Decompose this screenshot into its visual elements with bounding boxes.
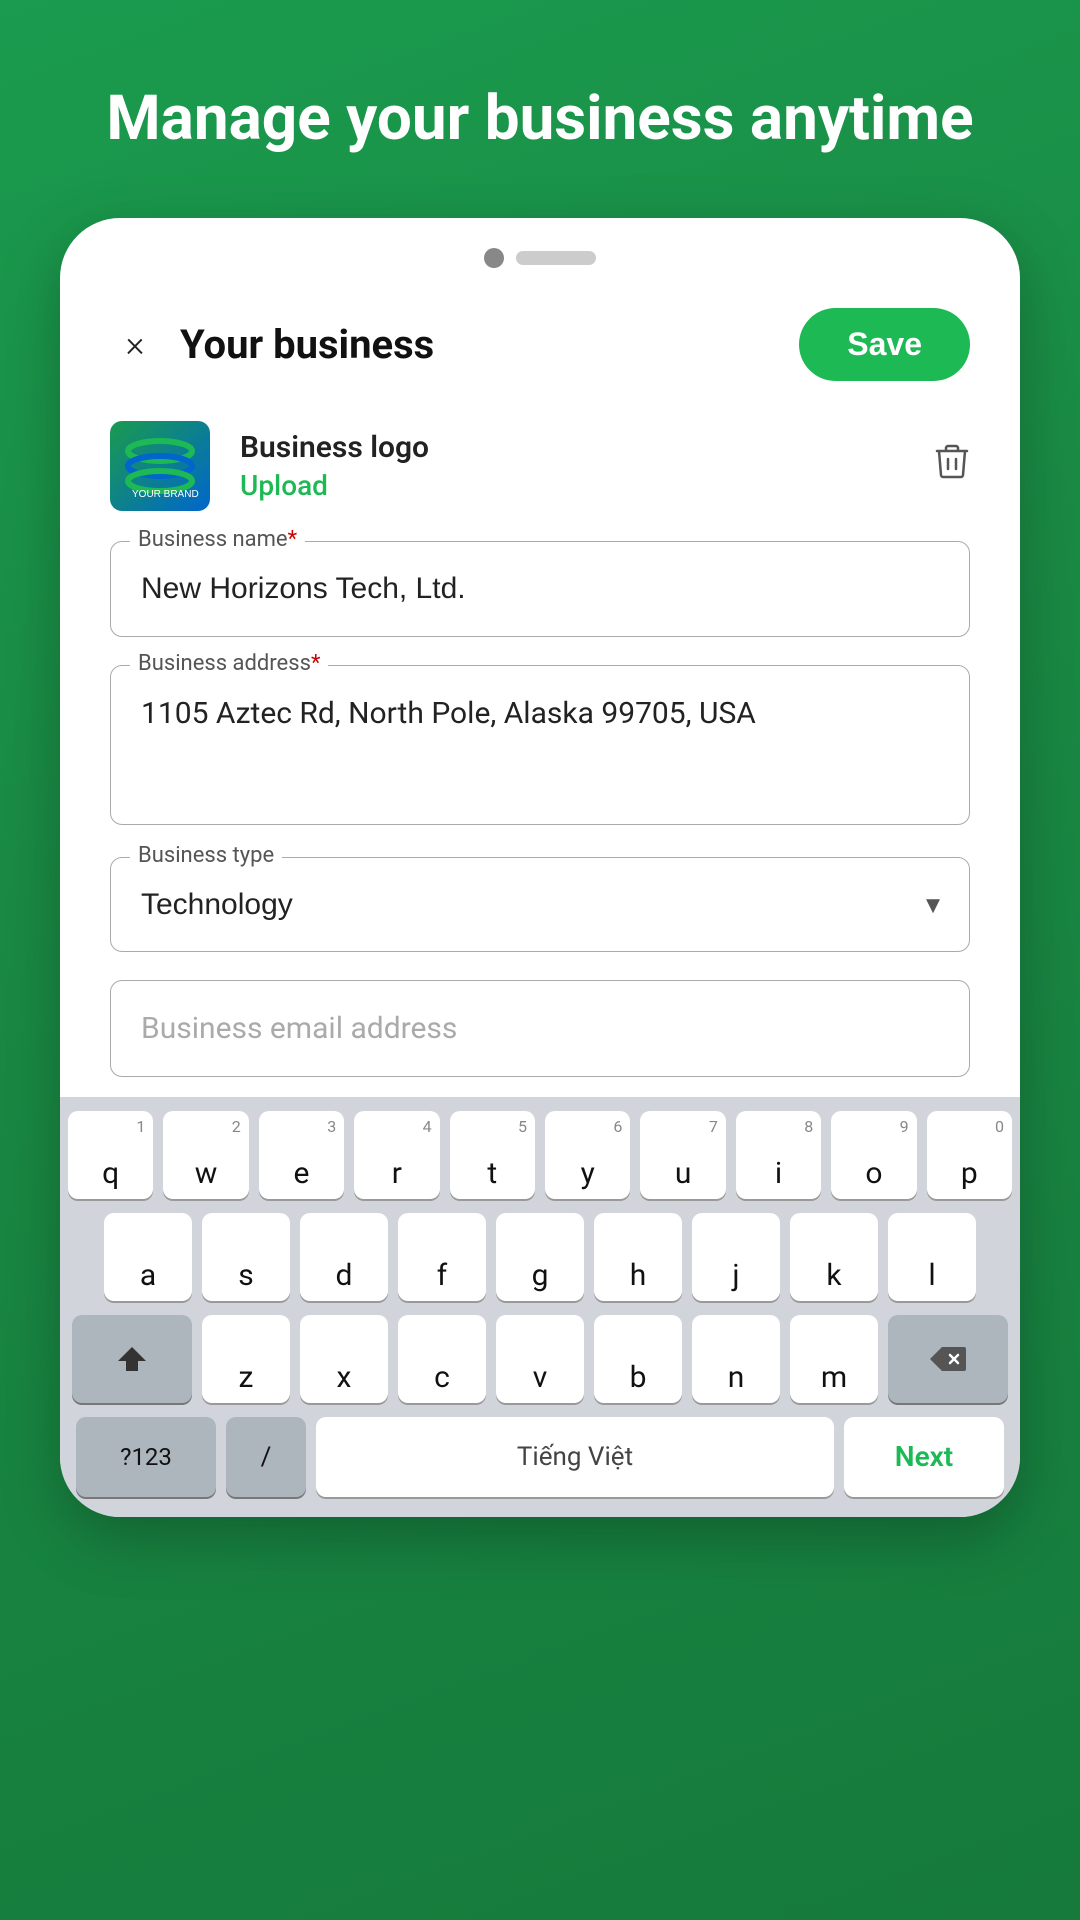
business-type-select[interactable]: Technology Retail Food & Beverage Health… (110, 857, 970, 952)
keyboard: 1q 2w 3e 4r 5t 6y 7u 8i 9o 0p a s d f g … (60, 1097, 1020, 1517)
key-t[interactable]: 5t (450, 1111, 535, 1199)
page-indicators (60, 248, 1020, 288)
key-f[interactable]: f (398, 1213, 486, 1301)
business-name-input[interactable] (110, 541, 970, 637)
key-u[interactable]: 7u (640, 1111, 725, 1199)
key-r[interactable]: 4r (354, 1111, 439, 1199)
logo-image: YOUR BRAND (110, 421, 210, 511)
keyboard-row-1: 1q 2w 3e 4r 5t 6y 7u 8i 9o 0p (68, 1111, 1012, 1199)
key-a[interactable]: a (104, 1213, 192, 1301)
key-d[interactable]: d (300, 1213, 388, 1301)
key-o[interactable]: 9o (831, 1111, 916, 1199)
business-type-field: Business type Technology Retail Food & B… (110, 857, 970, 952)
key-j[interactable]: j (692, 1213, 780, 1301)
business-name-field: Business name* (110, 541, 970, 637)
num-sym-key[interactable]: ?123 (76, 1417, 216, 1497)
business-address-field: Business address* 1105 Aztec Rd, North P… (110, 665, 970, 829)
key-n[interactable]: n (692, 1315, 780, 1403)
key-b[interactable]: b (594, 1315, 682, 1403)
header-title: Manage your business anytime (0, 0, 1080, 218)
slash-key[interactable]: / (226, 1417, 306, 1497)
business-email-placeholder: Business email address (110, 980, 970, 1077)
phone-container: × Your business Save YOUR BRAND Business… (60, 218, 1020, 1517)
modal-header: × Your business Save (60, 288, 1020, 411)
business-type-label: Business type (130, 843, 282, 868)
key-y[interactable]: 6y (545, 1111, 630, 1199)
business-name-label: Business name* (130, 527, 305, 552)
key-m[interactable]: m (790, 1315, 878, 1403)
business-address-label: Business address* (130, 651, 328, 676)
keyboard-row-2: a s d f g h j k l (68, 1213, 1012, 1301)
key-i[interactable]: 8i (736, 1111, 821, 1199)
business-email-field: Business email address (110, 980, 970, 1077)
modal-title: Your business (160, 321, 799, 368)
key-s[interactable]: s (202, 1213, 290, 1301)
key-z[interactable]: z (202, 1315, 290, 1403)
logo-info: Business logo Upload (240, 430, 904, 502)
save-button[interactable]: Save (799, 308, 970, 381)
upload-link[interactable]: Upload (240, 469, 904, 502)
key-g[interactable]: g (496, 1213, 584, 1301)
key-c[interactable]: c (398, 1315, 486, 1403)
indicator-dot-inactive (516, 251, 596, 265)
svg-text:YOUR BRAND: YOUR BRAND (132, 489, 199, 500)
key-x[interactable]: x (300, 1315, 388, 1403)
space-key[interactable]: Tiếng Việt (316, 1417, 834, 1497)
delete-logo-button[interactable] (934, 442, 970, 489)
close-button[interactable]: × (110, 319, 160, 369)
key-e[interactable]: 3e (259, 1111, 344, 1199)
keyboard-row-3: z x c v b n m (68, 1315, 1012, 1403)
shift-key[interactable] (72, 1315, 192, 1403)
key-l[interactable]: l (888, 1213, 976, 1301)
next-key[interactable]: Next (844, 1417, 1004, 1497)
logo-label: Business logo (240, 430, 904, 465)
key-w[interactable]: 2w (163, 1111, 248, 1199)
delete-key[interactable] (888, 1315, 1008, 1403)
key-q[interactable]: 1q (68, 1111, 153, 1199)
logo-section: YOUR BRAND Business logo Upload (60, 411, 1020, 541)
form-section: Business name* Business address* 1105 Az… (60, 541, 1020, 1077)
key-k[interactable]: k (790, 1213, 878, 1301)
indicator-dot-active (484, 248, 504, 268)
key-p[interactable]: 0p (927, 1111, 1012, 1199)
key-h[interactable]: h (594, 1213, 682, 1301)
keyboard-bottom-row: ?123 / Tiếng Việt Next (68, 1417, 1012, 1517)
business-address-input[interactable]: 1105 Aztec Rd, North Pole, Alaska 99705,… (110, 665, 970, 825)
key-v[interactable]: v (496, 1315, 584, 1403)
